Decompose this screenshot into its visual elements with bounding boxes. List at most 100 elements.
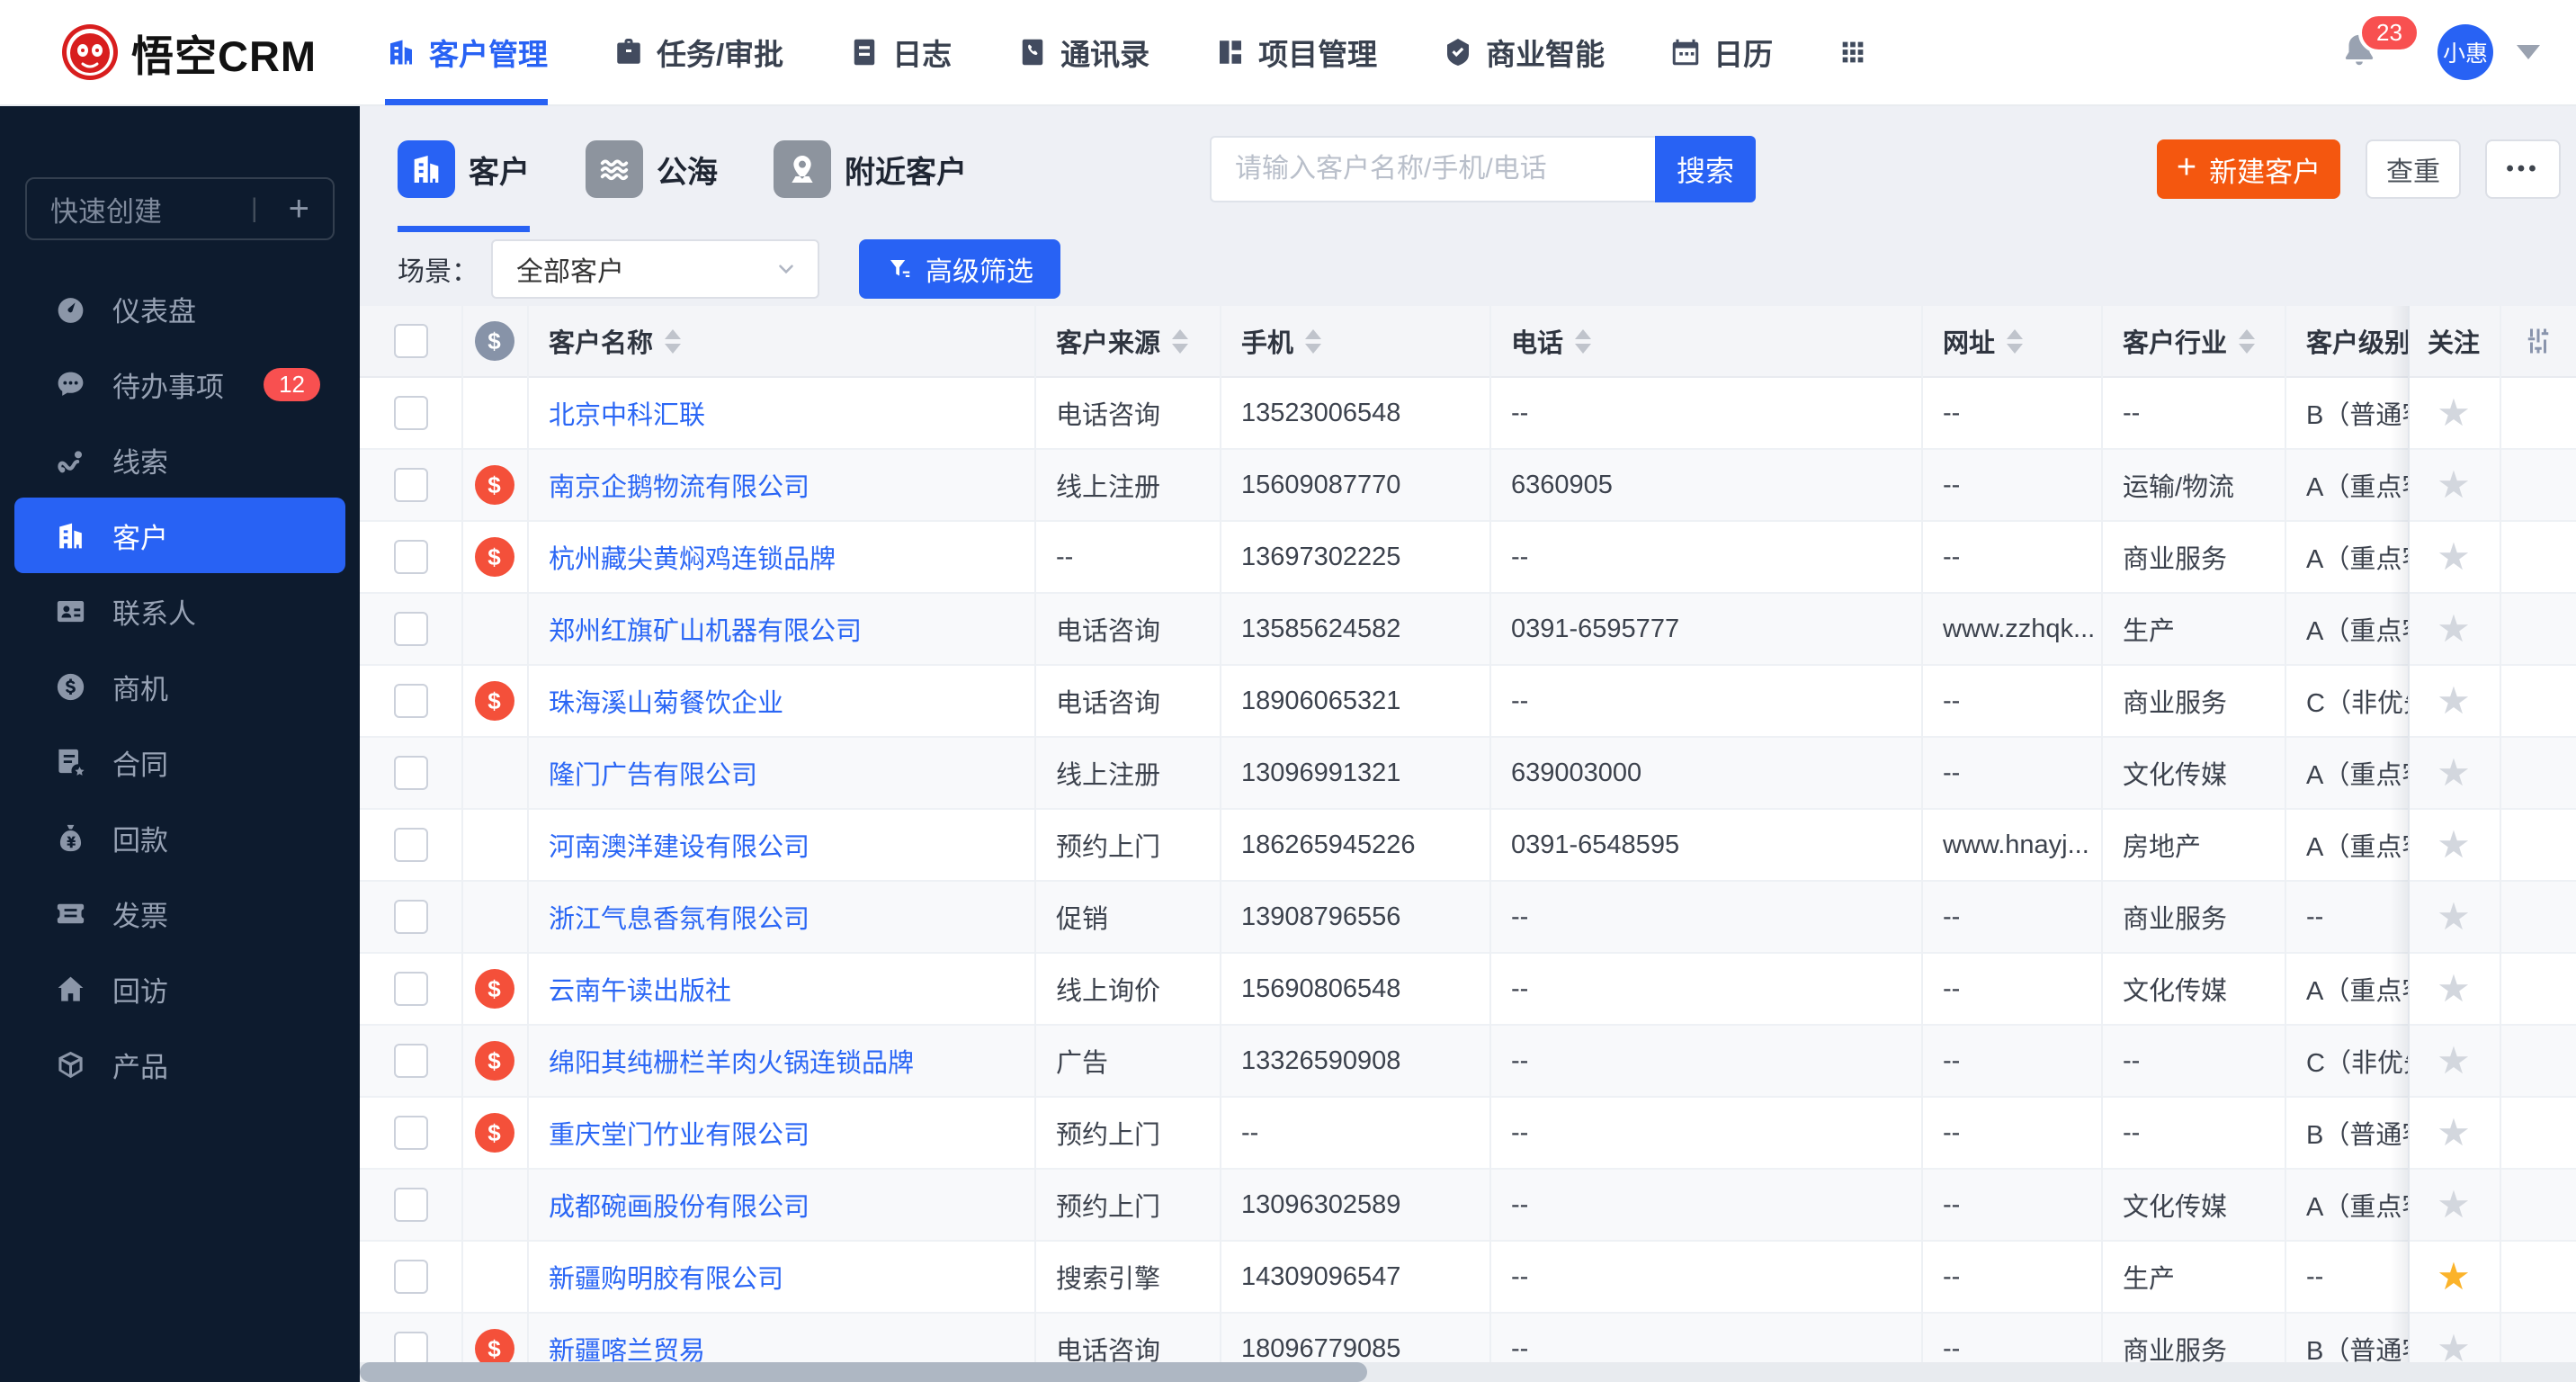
customer-name-link[interactable]: 河南澳洋建设有限公司 xyxy=(549,826,809,864)
customer-name-link[interactable]: 珠海溪山菊餐饮企业 xyxy=(549,682,783,720)
follow-star-icon[interactable]: ★ xyxy=(2437,1186,2471,1224)
follow-star-icon[interactable]: ★ xyxy=(2437,970,2471,1008)
customer-name-link[interactable]: 北京中科汇联 xyxy=(549,394,705,432)
customer-name-link[interactable]: 重庆堂门竹业有限公司 xyxy=(549,1114,809,1152)
customer-name-link[interactable]: 成都碗画股份有限公司 xyxy=(549,1186,809,1224)
row-checkbox[interactable] xyxy=(393,900,428,934)
sort-icon[interactable] xyxy=(1305,328,1322,354)
row-checkbox-cell xyxy=(360,522,461,592)
follow-star-icon[interactable]: ★ xyxy=(2437,826,2471,864)
apps-grid-button[interactable] xyxy=(1838,0,1868,105)
user-menu-caret-icon[interactable] xyxy=(2517,45,2540,59)
nav-project-management[interactable]: 项目管理 xyxy=(1214,0,1377,105)
column-header-source[interactable]: 客户来源 xyxy=(1034,306,1220,376)
sidebar-item-invoices[interactable]: 发票 xyxy=(0,875,360,951)
follow-star-icon[interactable]: ★ xyxy=(2437,1042,2471,1080)
row-checkbox[interactable] xyxy=(393,612,428,646)
customer-name-link[interactable]: 浙江气息香氛有限公司 xyxy=(549,898,809,936)
sidebar-item-contacts[interactable]: 联系人 xyxy=(0,573,360,649)
sort-icon[interactable] xyxy=(2239,328,2256,354)
follow-star-icon[interactable]: ★ xyxy=(2437,1258,2471,1296)
source-cell: 搜索引擎 xyxy=(1056,1265,1161,1294)
row-checkbox-cell xyxy=(360,1242,461,1312)
industry-cell: 商业服务 xyxy=(2123,545,2228,574)
column-header-website[interactable]: 网址 xyxy=(1921,306,2101,376)
plus-icon[interactable]: + xyxy=(289,191,309,227)
follow-star-icon[interactable]: ★ xyxy=(2437,538,2471,576)
nav-business-intelligence[interactable]: 商业智能 xyxy=(1442,0,1605,105)
customer-name-link[interactable]: 杭州藏尖黄焖鸡连锁品牌 xyxy=(549,538,836,576)
select-all-checkbox[interactable] xyxy=(393,324,428,358)
deal-cell: $ xyxy=(461,594,527,664)
customer-name-link[interactable]: 云南午读出版社 xyxy=(549,970,731,1008)
follow-star-icon[interactable]: ★ xyxy=(2437,898,2471,936)
row-checkbox[interactable] xyxy=(393,1332,428,1366)
row-checkbox[interactable] xyxy=(393,1260,428,1294)
sort-icon[interactable] xyxy=(1172,328,1189,354)
sidebar-item-customers[interactable]: 客户 xyxy=(14,498,345,573)
create-customer-button[interactable]: + 新建客户 xyxy=(2157,139,2340,199)
row-checkbox[interactable] xyxy=(393,1044,428,1078)
user-avatar[interactable]: 小惠 xyxy=(2437,24,2493,80)
sidebar-item-products[interactable]: 产品 xyxy=(0,1027,360,1102)
industry-cell: 生产 xyxy=(2123,617,2176,646)
customer-name-link[interactable]: 新疆购明胶有限公司 xyxy=(549,1258,783,1296)
customer-name-link[interactable]: 郑州红旗矿山机器有限公司 xyxy=(549,610,862,648)
sort-icon[interactable] xyxy=(2007,328,2024,354)
row-checkbox[interactable] xyxy=(393,540,428,574)
row-checkbox[interactable] xyxy=(393,1116,428,1150)
customer-name-link[interactable]: 南京企鹅物流有限公司 xyxy=(549,466,809,504)
sidebar-item-todo[interactable]: 待办事项 12 xyxy=(0,346,360,422)
tab-public-pool[interactable]: 公海 xyxy=(586,106,718,232)
sidebar-item-receivables[interactable]: 回款 xyxy=(0,800,360,875)
column-settings-button[interactable] xyxy=(2500,306,2576,376)
nav-calendar[interactable]: 日历 xyxy=(1669,0,1773,105)
notifications-button[interactable]: 23 xyxy=(2339,12,2420,76)
row-checkbox[interactable] xyxy=(393,1188,428,1222)
table-row: $ 绵阳其纯栅栏羊肉火锅连锁品牌 广告 13326590908 -- -- --… xyxy=(360,1026,2576,1098)
scene-select[interactable]: 全部客户 xyxy=(491,239,819,299)
toolbar: 客户 公海 附近客户 搜索 + 新建客户 查重 ••• xyxy=(360,106,2576,232)
quick-create-button[interactable]: 快速创建 | + xyxy=(25,177,335,240)
follow-star-icon[interactable]: ★ xyxy=(2437,1114,2471,1152)
row-checkbox[interactable] xyxy=(393,396,428,430)
sidebar-item-leads[interactable]: 线索 xyxy=(0,422,360,498)
customer-name-link[interactable]: 隆门广告有限公司 xyxy=(549,754,757,792)
phone-cell: -- xyxy=(1511,1117,1529,1147)
sort-icon[interactable] xyxy=(1575,328,1592,354)
follow-star-icon[interactable]: ★ xyxy=(2437,610,2471,648)
sidebar-item-revisits[interactable]: 回访 xyxy=(0,951,360,1027)
nav-tasks-approvals[interactable]: 任务/审批 xyxy=(613,0,783,105)
nav-journal[interactable]: 日志 xyxy=(848,0,952,105)
column-header-mobile[interactable]: 手机 xyxy=(1220,306,1489,376)
follow-star-icon[interactable]: ★ xyxy=(2437,754,2471,792)
row-checkbox[interactable] xyxy=(393,684,428,718)
row-checkbox[interactable] xyxy=(393,756,428,790)
row-checkbox[interactable] xyxy=(393,972,428,1006)
column-header-name[interactable]: 客户名称 xyxy=(527,306,1034,376)
follow-star-icon[interactable]: ★ xyxy=(2437,466,2471,504)
dedupe-button[interactable]: 查重 xyxy=(2366,139,2461,199)
column-header-level[interactable]: 客户级别 xyxy=(2285,306,2408,376)
nav-contacts-book[interactable]: 通讯录 xyxy=(1016,0,1149,105)
more-actions-button[interactable]: ••• xyxy=(2485,139,2561,199)
tab-nearby-customers[interactable]: 附近客户 xyxy=(774,106,967,232)
sidebar-item-opportunities[interactable]: 商机 xyxy=(0,649,360,724)
follow-star-icon[interactable]: ★ xyxy=(2437,682,2471,720)
column-header-phone[interactable]: 电话 xyxy=(1489,306,1921,376)
follow-star-icon[interactable]: ★ xyxy=(2437,394,2471,432)
search-input[interactable] xyxy=(1210,136,1655,202)
nav-customer-management[interactable]: 客户管理 xyxy=(385,0,548,105)
sidebar-item-contracts[interactable]: 合同 xyxy=(0,724,360,800)
row-checkbox[interactable] xyxy=(393,468,428,502)
row-checkbox[interactable] xyxy=(393,828,428,862)
sort-icon[interactable] xyxy=(665,328,682,354)
search-button[interactable]: 搜索 xyxy=(1655,136,1756,202)
customers-tab-icon xyxy=(398,140,455,198)
scrollbar-thumb[interactable] xyxy=(360,1362,1367,1382)
tab-customers[interactable]: 客户 xyxy=(398,106,530,232)
advanced-filter-button[interactable]: 高级筛选 xyxy=(859,239,1060,299)
customer-name-link[interactable]: 绵阳其纯栅栏羊肉火锅连锁品牌 xyxy=(549,1042,914,1080)
column-header-industry[interactable]: 客户行业 xyxy=(2101,306,2285,376)
sidebar-item-dashboard[interactable]: 仪表盘 xyxy=(0,271,360,346)
